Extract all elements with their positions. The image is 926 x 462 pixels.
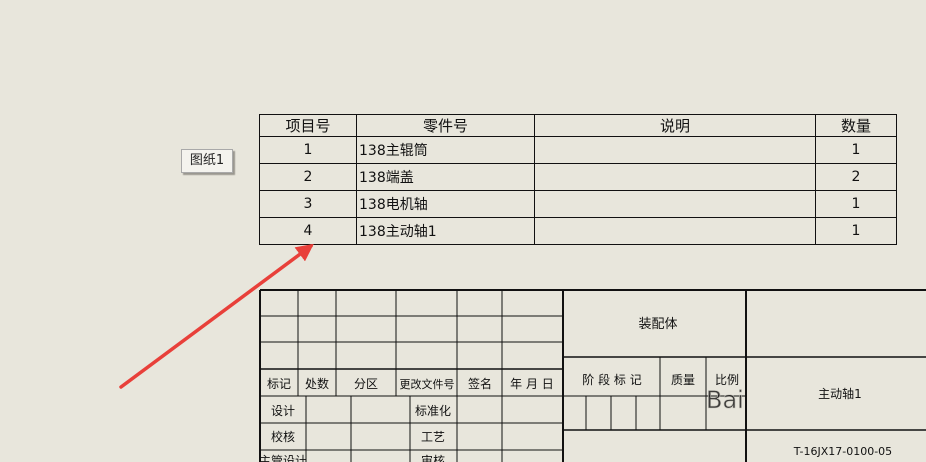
- watermark-logo: Bai: [706, 386, 744, 414]
- label-mark: 标记: [267, 377, 291, 391]
- label-zone: 分区: [354, 377, 378, 391]
- label-change-doc: 更改文件号: [400, 377, 455, 391]
- label-design: 设计: [271, 404, 295, 418]
- drawing-name: 主动轴1: [818, 386, 862, 401]
- label-check: 校核: [271, 429, 295, 444]
- label-review: 审核: [421, 453, 445, 462]
- label-assembly: 装配体: [638, 317, 677, 332]
- title-block-drawing: 标记 处数 分区 更改文件号 签名 年 月 日 设计 校核 主管设计 标准化 工…: [119, 243, 926, 462]
- label-mass: 质量: [671, 373, 695, 387]
- label-date: 年 月 日: [510, 377, 554, 391]
- label-standardization: 标准化: [415, 404, 451, 418]
- drawing-number: T-16JX17-0100-05: [793, 445, 892, 458]
- label-process: 工艺: [421, 430, 445, 444]
- label-scale: 比例: [715, 373, 739, 387]
- label-chief-design: 主管设计: [259, 453, 307, 462]
- label-signature: 签名: [468, 376, 492, 391]
- label-stage-mark: 阶 段 标 记: [582, 372, 641, 387]
- label-count: 处数: [305, 376, 329, 391]
